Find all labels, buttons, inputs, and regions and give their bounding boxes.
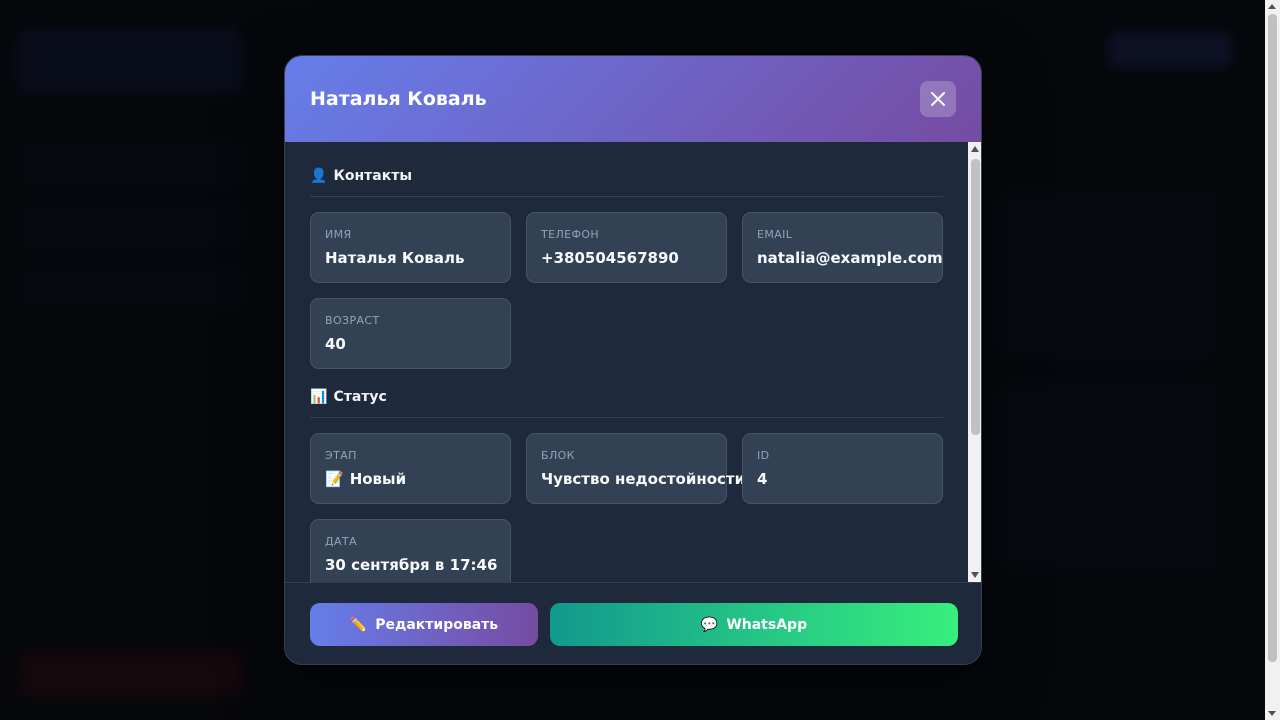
- stage-value: Новый: [349, 470, 407, 488]
- modal-header: Наталья Коваль: [285, 56, 981, 142]
- section-title-text: Статус: [333, 389, 387, 405]
- field-block: Блок Чувство недостойности: [526, 433, 746, 504]
- chart-icon: 📊: [310, 389, 328, 405]
- field-phone: Телефон +380504567890: [526, 212, 727, 283]
- field-value: 40: [325, 335, 346, 353]
- scroll-down-arrow-icon[interactable]: [971, 572, 979, 578]
- field-value: +380504567890: [541, 249, 679, 267]
- field-name: Имя Наталья Коваль: [310, 212, 511, 283]
- field-label: Телефон: [541, 228, 600, 241]
- field-label: Email: [757, 228, 793, 241]
- status-grid: Этап 📝 Новый Блок Чувство недостойности …: [310, 433, 943, 582]
- field-value: 📝 Новый: [325, 470, 496, 488]
- field-age: Возраст 40: [310, 298, 511, 369]
- field-value: 30 сентября в 17:46: [325, 556, 498, 574]
- field-label: Дата: [325, 535, 357, 548]
- modal-title: Наталья Коваль: [310, 88, 487, 110]
- client-detail-modal: Наталья Коваль 👤 Контакты Имя Наталья Ко…: [284, 55, 982, 665]
- field-stage: Этап 📝 Новый: [310, 433, 511, 504]
- field-date: Дата 30 сентября в 17:46: [310, 519, 511, 582]
- field-value: Наталья Коваль: [325, 249, 465, 267]
- section-title-status: 📊 Статус: [310, 389, 943, 418]
- field-id: ID 4: [742, 433, 943, 504]
- scroll-up-arrow-icon[interactable]: [971, 146, 979, 152]
- contacts-grid: Имя Наталья Коваль Телефон +380504567890…: [310, 212, 943, 369]
- field-value: natalia@example.com: [757, 249, 943, 267]
- field-label: Возраст: [325, 314, 380, 327]
- whatsapp-button-label: WhatsApp: [726, 616, 808, 633]
- whatsapp-button[interactable]: 💬 WhatsApp: [550, 603, 958, 646]
- close-icon: [931, 92, 945, 106]
- section-title-contacts: 👤 Контакты: [310, 168, 943, 197]
- modal-scrollbar[interactable]: [968, 142, 981, 582]
- field-email: Email natalia@example.com: [742, 212, 943, 283]
- edit-button-label: Редактировать: [375, 616, 499, 633]
- field-value: 4: [757, 470, 768, 488]
- pencil-icon: ✏️: [349, 616, 368, 633]
- memo-icon: 📝: [325, 470, 344, 488]
- section-title-text: Контакты: [333, 168, 413, 184]
- close-button[interactable]: [920, 81, 956, 117]
- modal-body[interactable]: 👤 Контакты Имя Наталья Коваль Телефон +3…: [285, 142, 981, 582]
- field-label: Блок: [541, 449, 575, 462]
- modal-scrollbar-thumb[interactable]: [971, 159, 980, 435]
- modal-footer: ✏️ Редактировать 💬 WhatsApp: [285, 582, 981, 664]
- edit-button[interactable]: ✏️ Редактировать: [310, 603, 538, 646]
- page-scrollbar[interactable]: [1265, 0, 1280, 720]
- speech-bubble-icon: 💬: [700, 616, 719, 633]
- field-label: Этап: [325, 449, 357, 462]
- scroll-down-arrow-icon[interactable]: [1268, 711, 1276, 716]
- page-scrollbar-thumb[interactable]: [1268, 14, 1277, 662]
- scroll-up-arrow-icon[interactable]: [1268, 4, 1276, 9]
- field-value: Чувство недостойности: [541, 470, 746, 488]
- person-icon: 👤: [310, 168, 328, 184]
- field-label: Имя: [325, 228, 352, 241]
- field-label: ID: [757, 449, 770, 462]
